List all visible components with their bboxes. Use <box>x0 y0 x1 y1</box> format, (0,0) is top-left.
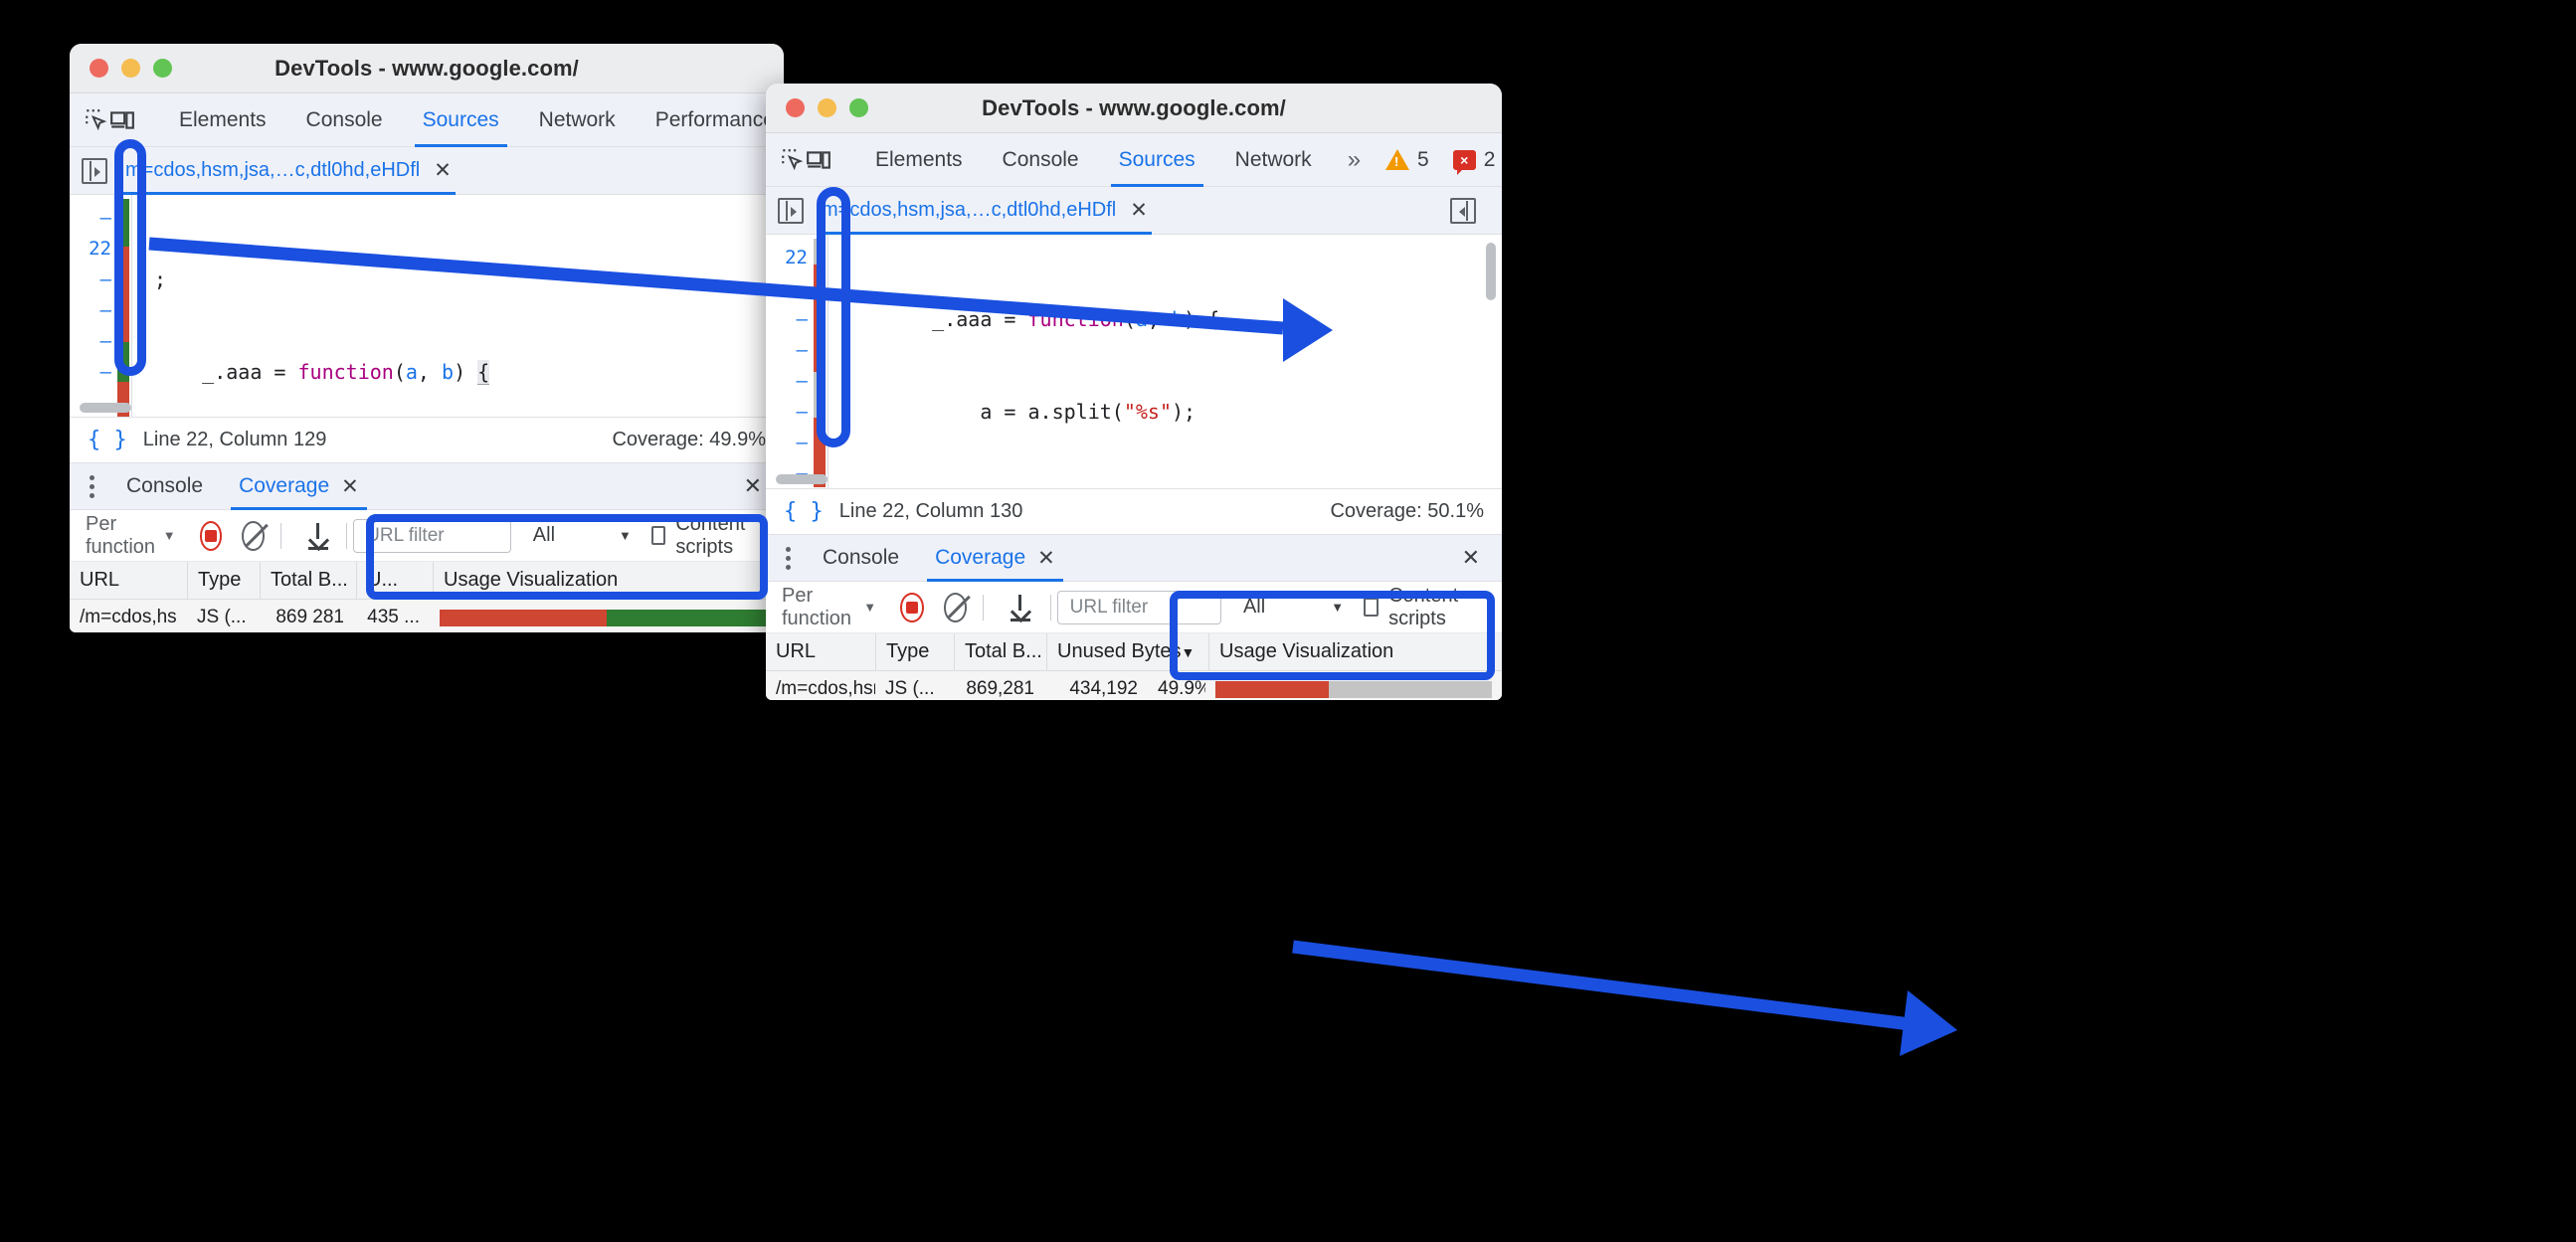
front-gutter-highlight <box>817 187 850 447</box>
annotation-arrow-gutter <box>148 237 1333 362</box>
screenshot-stage: DevTools - www.google.com/ Elements Cons… <box>0 0 2576 1242</box>
annotation-arrow-usage <box>1292 940 1957 1056</box>
back-gutter-highlight <box>114 139 146 376</box>
front-usage-visualization-highlight <box>1170 591 1495 680</box>
back-usage-visualization-highlight <box>366 514 768 600</box>
